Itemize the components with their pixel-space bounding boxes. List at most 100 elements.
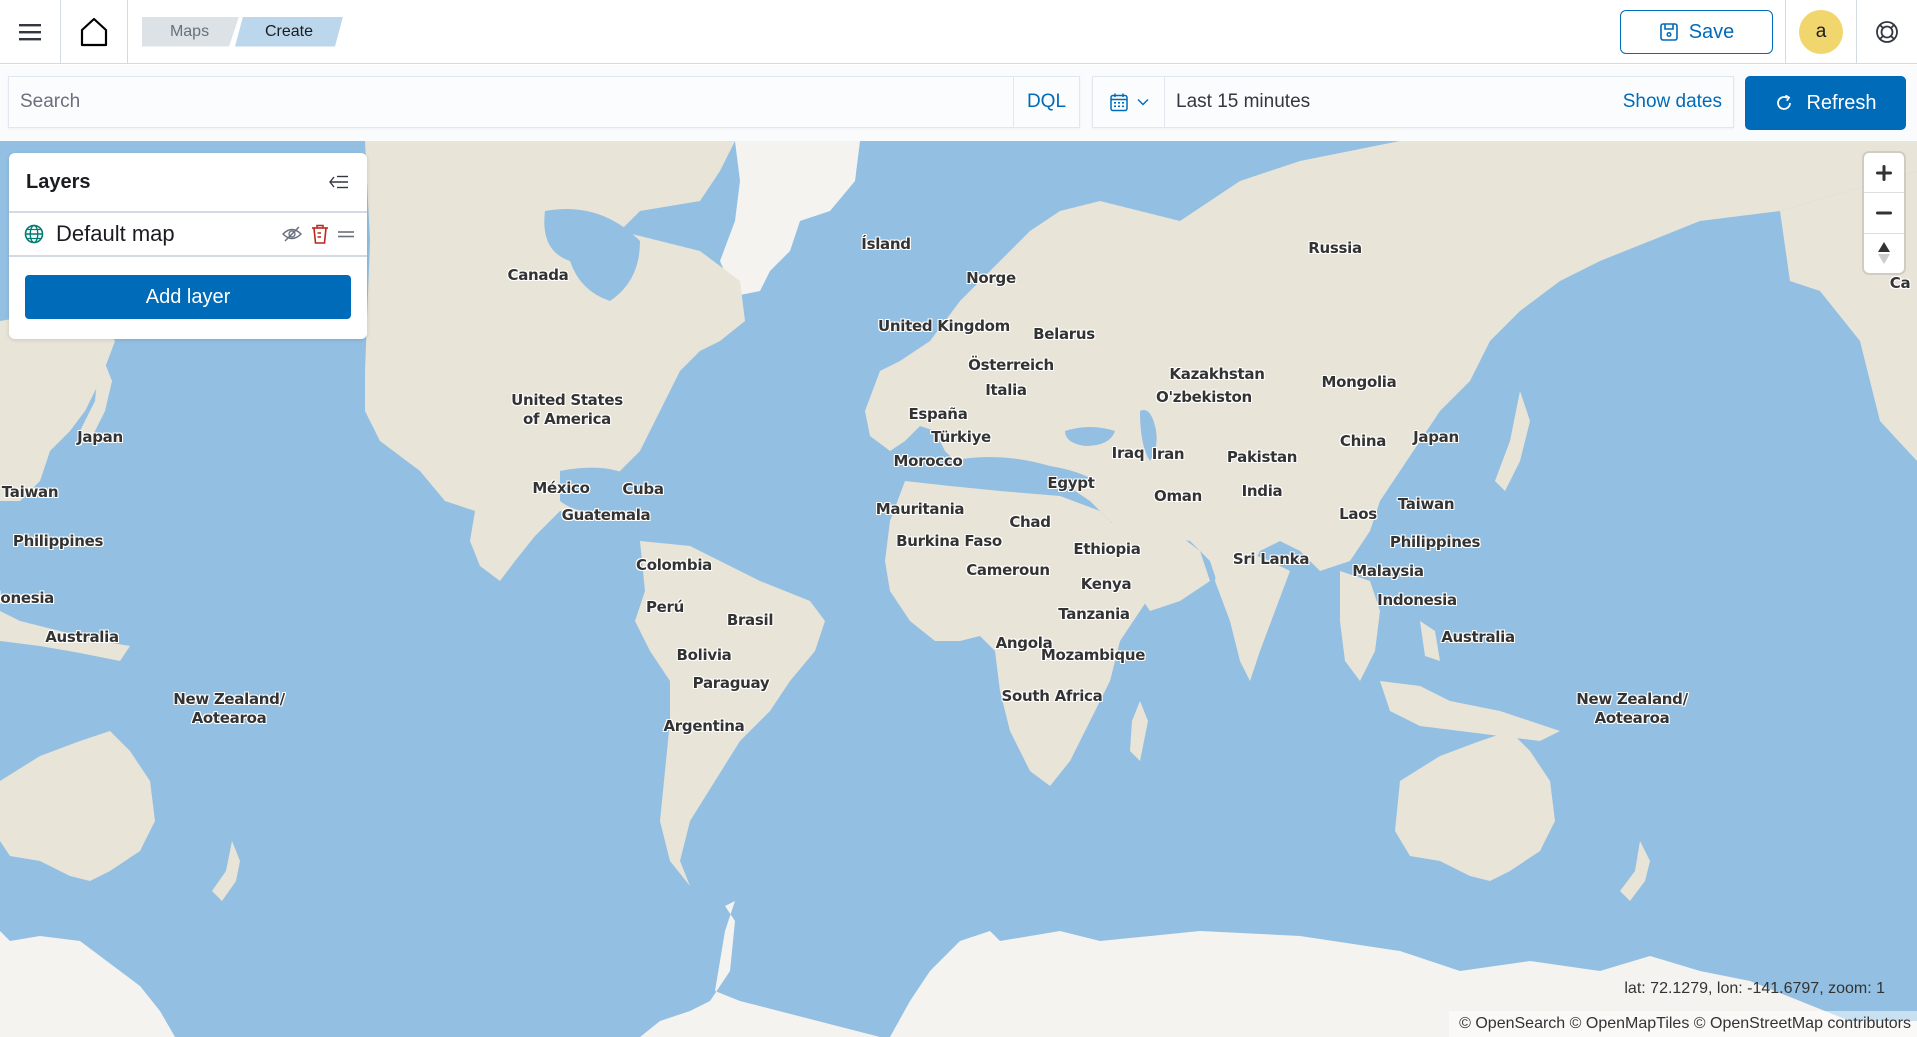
map-country-label: Kenya — [1080, 575, 1132, 593]
layers-panel-header: Layers — [9, 153, 367, 213]
add-layer-button[interactable]: Add layer — [25, 275, 351, 319]
map-country-label: Australia — [1441, 628, 1515, 646]
zoom-out-button[interactable] — [1864, 193, 1904, 234]
query-bar: DQL Last 15 minutes Show dates Refresh — [0, 65, 1917, 141]
save-label: Save — [1688, 20, 1735, 43]
antarctica-landmass — [640, 901, 880, 1037]
map-country-label: South Africa — [1001, 687, 1103, 705]
madagascar — [1130, 701, 1148, 761]
calendar-icon — [1109, 93, 1128, 112]
map-country-label: Australia — [45, 628, 119, 646]
map-country-label: Kazakhstan — [1169, 365, 1265, 383]
collapse-panel-icon[interactable] — [329, 175, 349, 189]
map-country-label: México — [532, 479, 590, 497]
map-country-label: Guatemala — [561, 506, 651, 524]
query-language-button[interactable]: DQL — [1013, 77, 1079, 127]
map-country-label: Perú — [645, 598, 685, 616]
breadcrumb-maps[interactable]: Maps — [142, 17, 239, 47]
map-country-label: New Zealand/Aotearoa — [173, 690, 285, 727]
layers-panel: Layers Default map Add layer — [9, 153, 367, 339]
map-country-label: Taiwan — [1397, 495, 1455, 513]
map-country-label: Paraguay — [692, 674, 770, 692]
map-country-label: Mauritania — [875, 500, 965, 518]
map-attribution[interactable]: © OpenSearch © OpenMapTiles © OpenStreet… — [1449, 1011, 1917, 1037]
map-country-label: Philippines — [12, 532, 104, 550]
map-country-label: Cameroun — [966, 561, 1050, 579]
app-header: Maps Create Save a — [0, 0, 1917, 64]
reset-bearing-button[interactable] — [1864, 234, 1904, 273]
australia-right — [1395, 731, 1555, 881]
south-america-landmass — [635, 541, 825, 886]
north-america-landmass — [365, 141, 745, 581]
header-actions: Save a — [1620, 0, 1917, 64]
map-country-label: China — [1339, 432, 1387, 450]
drag-handle-icon[interactable] — [337, 229, 355, 239]
australia-left — [0, 731, 155, 881]
indonesia-islands-right — [1380, 681, 1560, 741]
zoom-in-button[interactable] — [1864, 153, 1904, 194]
map-country-label: Egypt — [1047, 474, 1095, 492]
search-input[interactable] — [9, 77, 1013, 127]
map-country-label: Burkina Faso — [896, 532, 1002, 550]
map-country-label: Cuba — [622, 480, 664, 498]
coordinates-readout: lat: 72.1279, lon: -141.6797, zoom: 1 — [1624, 980, 1885, 997]
compass-north-icon — [1878, 242, 1890, 265]
map-country-label: Ethiopia — [1073, 540, 1141, 558]
trash-icon[interactable] — [311, 224, 329, 244]
help-button[interactable] — [1857, 0, 1917, 64]
date-range-label[interactable]: Last 15 minutes — [1165, 91, 1623, 113]
map-country-label: New Zealand/Aotearoa — [1576, 690, 1688, 727]
map-country-label: Philippines — [1389, 533, 1481, 551]
user-menu[interactable]: a — [1785, 0, 1857, 64]
new-zealand-right — [1620, 841, 1650, 901]
map-country-label: Malaysia — [1352, 562, 1424, 580]
map-country-label: Ca — [1889, 274, 1911, 292]
date-picker: Last 15 minutes Show dates — [1092, 76, 1734, 128]
map-country-label: Indonesia — [1377, 591, 1457, 609]
breadcrumb: Maps Create — [142, 16, 343, 48]
map-navigation-control — [1864, 153, 1904, 273]
map-country-label: Japan — [77, 428, 123, 446]
map-country-label: India — [1241, 482, 1283, 500]
avatar[interactable]: a — [1799, 10, 1843, 54]
map-country-label: Pakistan — [1226, 448, 1298, 466]
map-country-label: Brasil — [726, 611, 774, 629]
show-dates-button[interactable]: Show dates — [1623, 91, 1733, 113]
map-country-label: Oman — [1154, 487, 1202, 505]
search-field: DQL — [8, 76, 1080, 128]
home-icon — [80, 17, 108, 46]
map-country-label: United Kingdom — [878, 317, 1010, 335]
refresh-label: Refresh — [1806, 91, 1877, 114]
quick-date-menu-button[interactable] — [1093, 77, 1165, 127]
map-country-label: Chad — [1009, 513, 1051, 531]
map-country-label: Iran — [1151, 445, 1185, 463]
menu-button[interactable] — [0, 0, 60, 64]
map-country-label: O'zbekiston — [1156, 388, 1252, 406]
layer-name[interactable]: Default map — [56, 221, 281, 247]
map-country-label: Italia — [985, 381, 1027, 399]
help-lifebuoy-icon — [1876, 21, 1898, 43]
map-country-label: Laos — [1339, 505, 1377, 523]
map-country-label: Belarus — [1033, 325, 1095, 343]
home-button[interactable] — [61, 0, 127, 64]
map-country-label: España — [908, 405, 968, 423]
map-country-label: donesia — [0, 589, 54, 607]
eye-closed-icon[interactable] — [281, 225, 303, 243]
map-country-label: Tanzania — [1058, 605, 1130, 623]
layer-item[interactable]: Default map — [9, 213, 367, 257]
layer-actions — [281, 224, 355, 244]
map-country-label: Mozambique — [1040, 646, 1146, 664]
save-button[interactable]: Save — [1620, 10, 1773, 54]
southeast-asia — [1340, 571, 1380, 681]
chevron-down-icon — [1137, 99, 1148, 106]
zoom-out-minus-icon — [1876, 211, 1892, 215]
refresh-button[interactable]: Refresh — [1745, 76, 1906, 130]
map-country-label: Bolivia — [676, 646, 732, 664]
map-country-label: Argentina — [663, 717, 745, 735]
new-zealand-left — [212, 841, 240, 901]
hamburger-menu-icon — [19, 23, 41, 40]
map-country-label: Mongolia — [1321, 373, 1397, 391]
globe-icon — [24, 224, 44, 244]
map-country-label: Ísland — [861, 235, 911, 253]
antarctica-landmass — [0, 931, 175, 1037]
